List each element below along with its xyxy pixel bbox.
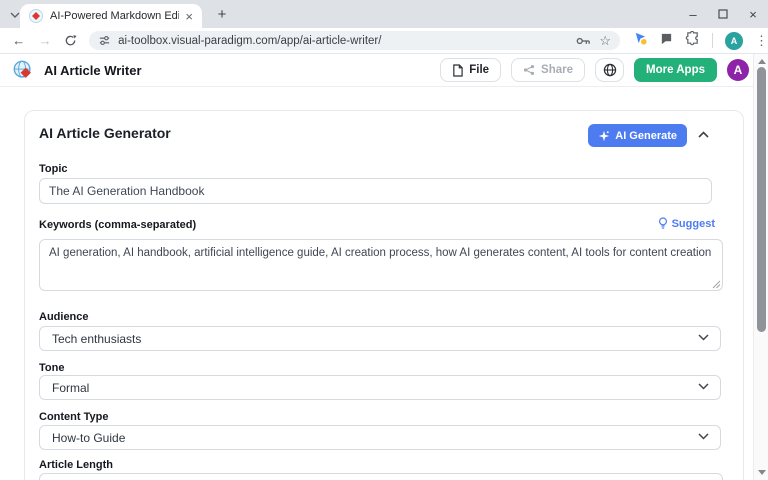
content-type-select[interactable]: How-to Guide — [39, 425, 721, 450]
extension-dark-icon[interactable] — [660, 32, 673, 50]
audience-label: Audience — [39, 311, 89, 323]
file-icon — [452, 64, 463, 77]
suggest-button[interactable]: Suggest — [658, 217, 715, 230]
minimize-icon[interactable]: – — [678, 0, 708, 28]
password-key-icon[interactable] — [576, 36, 591, 46]
tab-title: AI-Powered Markdown Editor — [50, 10, 179, 22]
scrollbar-up-icon[interactable] — [758, 59, 766, 64]
audience-value: Tech enthusiasts — [52, 332, 141, 346]
topic-label: Topic — [39, 163, 68, 175]
tone-label: Tone — [39, 362, 64, 374]
tab-close-icon[interactable]: × — [185, 10, 193, 23]
content-type-value: How-to Guide — [52, 431, 125, 445]
bookmark-star-icon[interactable]: ☆ — [599, 34, 611, 47]
window-controls: – × — [678, 0, 768, 28]
app-logo-icon — [12, 59, 34, 81]
browser-menu-icon[interactable]: ⋮ — [755, 33, 768, 49]
share-icon — [523, 64, 535, 76]
textarea-resize-handle[interactable] — [712, 280, 721, 289]
share-button-label: Share — [541, 64, 573, 76]
extensions-puzzle-icon[interactable] — [685, 31, 700, 51]
scrollbar-thumb[interactable] — [757, 67, 766, 332]
browser-window: AI-Powered Markdown Editor × + – × ← → a… — [0, 0, 768, 480]
site-favicon-icon — [29, 9, 43, 23]
refresh-icon[interactable] — [63, 34, 78, 47]
site-info-icon[interactable] — [98, 34, 111, 47]
close-window-icon[interactable]: × — [738, 0, 768, 28]
language-button[interactable] — [595, 58, 624, 82]
toolbar-separator — [712, 33, 713, 48]
file-button-label: File — [469, 64, 489, 76]
suggest-label: Suggest — [672, 218, 715, 230]
new-tab-button[interactable]: + — [212, 4, 232, 24]
browser-profile-avatar[interactable]: A — [725, 32, 743, 50]
back-icon[interactable]: ← — [11, 33, 26, 48]
tab-search-icon — [10, 12, 20, 18]
topic-input[interactable] — [39, 178, 712, 204]
ai-generate-icon — [598, 130, 610, 142]
tone-select[interactable]: Formal — [39, 375, 721, 400]
scrollbar-down-icon[interactable] — [758, 470, 766, 475]
keywords-label: Keywords (comma-separated) — [39, 219, 196, 231]
select-chevron-icon — [698, 433, 709, 440]
suggest-icon — [658, 217, 668, 230]
extensions-row: A ⋮ — [633, 31, 768, 51]
browser-tab[interactable]: AI-Powered Markdown Editor × — [20, 4, 202, 28]
collapse-icon — [698, 131, 709, 138]
tab-strip: AI-Powered Markdown Editor × + – × — [0, 0, 768, 28]
audience-select[interactable]: Tech enthusiasts — [39, 326, 721, 351]
card-title: AI Article Generator — [39, 125, 171, 141]
share-button[interactable]: Share — [511, 58, 585, 82]
extension-blue-icon[interactable] — [633, 31, 648, 51]
keywords-textarea[interactable]: AI generation, AI handbook, artificial i… — [39, 239, 723, 291]
app-header: AI Article Writer File Share More Apps A — [0, 54, 768, 87]
page-scrollbar[interactable] — [753, 54, 768, 480]
collapse-panel-button[interactable] — [697, 128, 709, 140]
page-content: AI Article Generator AI Generate Topic K… — [0, 88, 753, 480]
ai-generate-button[interactable]: AI Generate — [588, 124, 687, 147]
app-title: AI Article Writer — [44, 63, 142, 78]
article-length-select[interactable] — [39, 473, 723, 480]
browser-toolbar: ← → ai-toolbox.visual-paradigm.com/app/a… — [0, 28, 768, 54]
content-type-label: Content Type — [39, 411, 108, 423]
tone-value: Formal — [52, 381, 89, 395]
app-avatar[interactable]: A — [727, 59, 749, 81]
maximize-icon[interactable] — [708, 0, 738, 28]
article-length-label: Article Length — [39, 459, 113, 471]
file-button[interactable]: File — [440, 58, 501, 82]
forward-icon: → — [37, 33, 52, 48]
url-text[interactable]: ai-toolbox.visual-paradigm.com/app/ai-ar… — [118, 35, 568, 47]
ai-generate-label: AI Generate — [615, 130, 677, 142]
select-chevron-icon — [698, 383, 709, 390]
select-chevron-icon — [698, 334, 709, 341]
more-apps-button[interactable]: More Apps — [634, 58, 717, 82]
address-bar[interactable]: ai-toolbox.visual-paradigm.com/app/ai-ar… — [89, 31, 620, 50]
language-globe-icon — [603, 63, 617, 77]
generator-card: AI Article Generator AI Generate Topic K… — [24, 110, 744, 480]
